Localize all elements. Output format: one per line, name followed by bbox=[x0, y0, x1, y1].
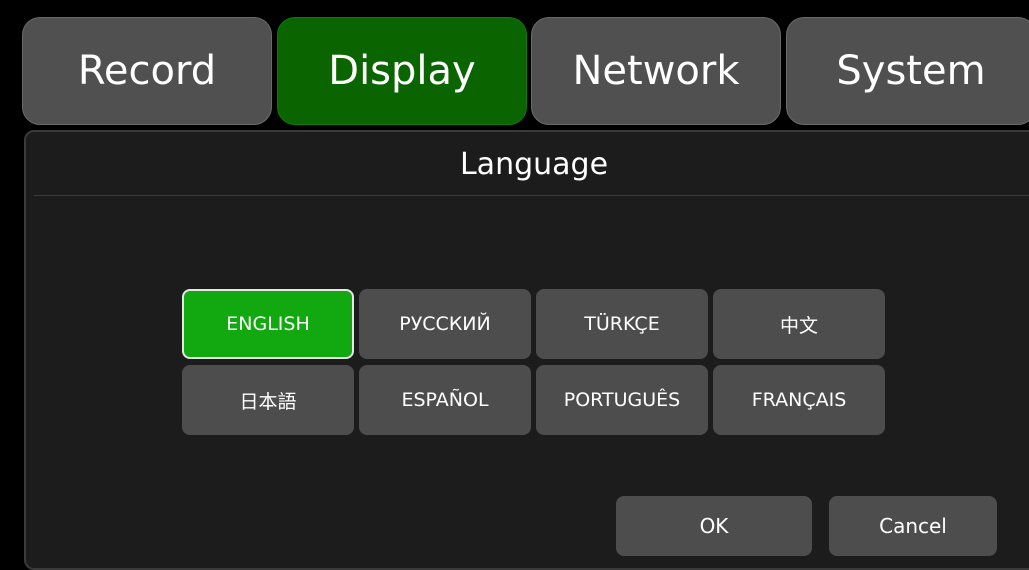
tab-display[interactable]: Display bbox=[277, 17, 527, 125]
language-option-russian[interactable]: РУССКИЙ bbox=[359, 289, 531, 359]
language-options: ENGLISH РУССКИЙ TÜRKÇE 中文 日本語 ESPAÑOL PO… bbox=[182, 289, 886, 435]
tab-bar: Record Display Network System bbox=[0, 0, 1029, 128]
language-option-english[interactable]: ENGLISH bbox=[182, 289, 354, 359]
language-option-portuguese[interactable]: PORTUGUÊS bbox=[536, 365, 708, 435]
language-option-french[interactable]: FRANÇAIS bbox=[713, 365, 885, 435]
tab-network[interactable]: Network bbox=[531, 17, 781, 125]
tab-system[interactable]: System bbox=[786, 17, 1029, 125]
language-option-spanish[interactable]: ESPAÑOL bbox=[359, 365, 531, 435]
panel-divider bbox=[34, 195, 1029, 196]
language-option-japanese[interactable]: 日本語 bbox=[182, 365, 354, 435]
panel-title: Language bbox=[459, 147, 609, 182]
ok-button[interactable]: OK bbox=[616, 496, 812, 556]
language-option-chinese[interactable]: 中文 bbox=[713, 289, 885, 359]
language-panel: Language ENGLISH РУССКИЙ TÜRKÇE 中文 日本語 E… bbox=[24, 130, 1029, 570]
cancel-button[interactable]: Cancel bbox=[829, 496, 997, 556]
language-option-turkish[interactable]: TÜRKÇE bbox=[536, 289, 708, 359]
tab-record[interactable]: Record bbox=[22, 17, 272, 125]
